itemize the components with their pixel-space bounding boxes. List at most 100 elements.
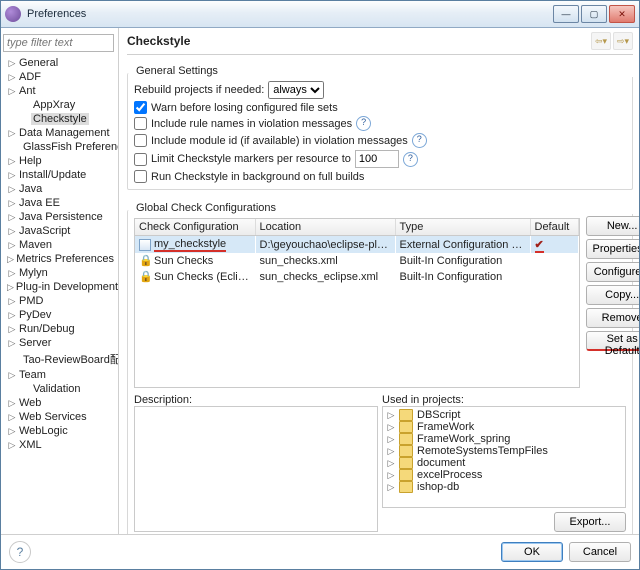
sidebar-item-mylyn[interactable]: ▷Mylyn xyxy=(3,266,116,280)
project-item[interactable]: ▷excelProcess xyxy=(385,469,623,481)
expand-icon[interactable]: ▷ xyxy=(7,310,17,321)
project-item[interactable]: ▷ishop-db xyxy=(385,481,623,493)
close-button[interactable]: ✕ xyxy=(609,5,635,23)
filter-input[interactable] xyxy=(3,34,114,52)
sidebar-item-tao-reviewboard-[interactable]: Tao-ReviewBoard配置 xyxy=(3,350,116,368)
sidebar-item-ant[interactable]: ▷Ant xyxy=(3,84,116,98)
sidebar-item-pydev[interactable]: ▷PyDev xyxy=(3,308,116,322)
sidebar-item-run-debug[interactable]: ▷Run/Debug xyxy=(3,322,116,336)
forward-icon[interactable]: ⇨▾ xyxy=(613,32,633,50)
minimize-button[interactable]: — xyxy=(553,5,579,23)
expand-icon[interactable]: ▷ xyxy=(7,72,17,83)
table-row[interactable]: 🔒Sun Checks (Eclipse)sun_checks_eclipse.… xyxy=(135,269,578,285)
copy-button[interactable]: Copy... xyxy=(586,285,640,305)
sidebar-item-javascript[interactable]: ▷JavaScript xyxy=(3,224,116,238)
remove-button[interactable]: Remove xyxy=(586,308,640,328)
table-row[interactable]: 🔒Sun Checkssun_checks.xmlBuilt-In Config… xyxy=(135,253,578,269)
sidebar-item-team[interactable]: ▷Team xyxy=(3,368,116,382)
project-item[interactable]: ▷FrameWork xyxy=(385,421,623,433)
expand-icon[interactable]: ▷ xyxy=(387,470,395,481)
expand-icon[interactable]: ▷ xyxy=(387,482,395,493)
sidebar-item-checkstyle[interactable]: Checkstyle xyxy=(3,112,116,126)
rebuild-combo[interactable]: always xyxy=(268,81,324,99)
sidebar-item-xml[interactable]: ▷XML xyxy=(3,438,116,452)
expand-icon[interactable]: ▷ xyxy=(387,434,395,445)
sidebar-item-java[interactable]: ▷Java xyxy=(3,182,116,196)
sidebar-item-java-ee[interactable]: ▷Java EE xyxy=(3,196,116,210)
sidebar-item-server[interactable]: ▷Server xyxy=(3,336,116,350)
sidebar-item-install-update[interactable]: ▷Install/Update xyxy=(3,168,116,182)
expand-icon[interactable]: ▷ xyxy=(7,282,14,293)
sidebar-item-data-management[interactable]: ▷Data Management xyxy=(3,126,116,140)
limit-checkbox[interactable] xyxy=(134,153,147,166)
expand-icon[interactable]: ▷ xyxy=(7,338,17,349)
project-item[interactable]: ▷DBScript xyxy=(385,409,623,421)
expand-icon[interactable]: ▷ xyxy=(7,240,17,251)
warn-checkbox[interactable] xyxy=(134,101,147,114)
expand-icon[interactable]: ▷ xyxy=(7,86,17,97)
expand-icon[interactable]: ▷ xyxy=(7,426,17,437)
config-table[interactable]: Check Configuration Location Type Defaul… xyxy=(135,219,579,285)
expand-icon[interactable]: ▷ xyxy=(387,446,395,457)
expand-icon[interactable]: ▷ xyxy=(7,198,17,209)
configure-button[interactable]: Configure... xyxy=(586,262,640,282)
category-tree[interactable]: ▷General▷ADF▷AntAppXrayCheckstyle▷Data M… xyxy=(3,56,118,530)
back-icon[interactable]: ⇦▾ xyxy=(591,32,611,50)
project-item[interactable]: ▷document xyxy=(385,457,623,469)
expand-icon[interactable]: ▷ xyxy=(7,296,17,307)
limit-input[interactable] xyxy=(355,150,399,168)
new-button[interactable]: New... xyxy=(586,216,640,236)
sidebar-item-weblogic[interactable]: ▷WebLogic xyxy=(3,424,116,438)
col-location[interactable]: Location xyxy=(255,219,395,236)
expand-icon[interactable]: ▷ xyxy=(7,370,17,381)
expand-icon[interactable]: ▷ xyxy=(7,128,17,139)
cancel-button[interactable]: Cancel xyxy=(569,542,631,562)
expand-icon[interactable]: ▷ xyxy=(387,410,395,421)
maximize-button[interactable]: ▢ xyxy=(581,5,607,23)
properties-button[interactable]: Properties... xyxy=(586,239,640,259)
project-item[interactable]: ▷RemoteSystemsTempFiles xyxy=(385,445,623,457)
set-default-button[interactable]: Set as Default xyxy=(586,331,640,351)
sidebar-item-general[interactable]: ▷General xyxy=(3,56,116,70)
sidebar-item-web[interactable]: ▷Web xyxy=(3,396,116,410)
expand-icon[interactable]: ▷ xyxy=(387,422,395,433)
bg-checkbox[interactable] xyxy=(134,170,147,183)
table-row[interactable]: my_checkstyleD:\geyouchao\eclipse-plugin… xyxy=(135,236,578,254)
expand-icon[interactable]: ▷ xyxy=(7,268,17,279)
description-box[interactable] xyxy=(134,406,378,532)
sidebar-item-metrics-preferences[interactable]: ▷Metrics Preferences xyxy=(3,252,116,266)
expand-icon[interactable]: ▷ xyxy=(7,156,17,167)
help-icon[interactable]: ? xyxy=(412,133,427,148)
expand-icon[interactable]: ▷ xyxy=(7,170,17,181)
col-name[interactable]: Check Configuration xyxy=(135,219,255,236)
sidebar-item-help[interactable]: ▷Help xyxy=(3,154,116,168)
sidebar-item-appxray[interactable]: AppXray xyxy=(3,98,116,112)
ok-button[interactable]: OK xyxy=(501,542,563,562)
expand-icon[interactable]: ▷ xyxy=(7,226,17,237)
sidebar-item-web-services[interactable]: ▷Web Services xyxy=(3,410,116,424)
expand-icon[interactable]: ▷ xyxy=(7,412,17,423)
col-type[interactable]: Type xyxy=(395,219,530,236)
expand-icon[interactable]: ▷ xyxy=(7,398,17,409)
expand-icon[interactable]: ▷ xyxy=(387,458,395,469)
expand-icon[interactable]: ▷ xyxy=(7,324,17,335)
include-module-checkbox[interactable] xyxy=(134,134,147,147)
expand-icon[interactable]: ▷ xyxy=(7,212,17,223)
sidebar-item-java-persistence[interactable]: ▷Java Persistence xyxy=(3,210,116,224)
export-button[interactable]: Export... xyxy=(554,512,626,532)
project-item[interactable]: ▷FrameWork_spring xyxy=(385,433,623,445)
col-default[interactable]: Default xyxy=(530,219,578,236)
sidebar-item-plug-in-development[interactable]: ▷Plug-in Development xyxy=(3,280,116,294)
sidebar-item-maven[interactable]: ▷Maven xyxy=(3,238,116,252)
expand-icon[interactable]: ▷ xyxy=(7,184,17,195)
expand-icon[interactable]: ▷ xyxy=(7,254,14,265)
help-icon[interactable]: ? xyxy=(356,116,371,131)
include-rule-checkbox[interactable] xyxy=(134,117,147,130)
expand-icon[interactable]: ▷ xyxy=(7,58,17,69)
help-icon[interactable]: ? xyxy=(403,152,418,167)
sidebar-item-glassfish-preferences[interactable]: GlassFish Preferences xyxy=(3,140,116,154)
help-button[interactable]: ? xyxy=(9,541,31,563)
sidebar-item-validation[interactable]: Validation xyxy=(3,382,116,396)
sidebar-item-pmd[interactable]: ▷PMD xyxy=(3,294,116,308)
projects-tree[interactable]: ▷DBScript▷FrameWork▷FrameWork_spring▷Rem… xyxy=(382,406,626,508)
